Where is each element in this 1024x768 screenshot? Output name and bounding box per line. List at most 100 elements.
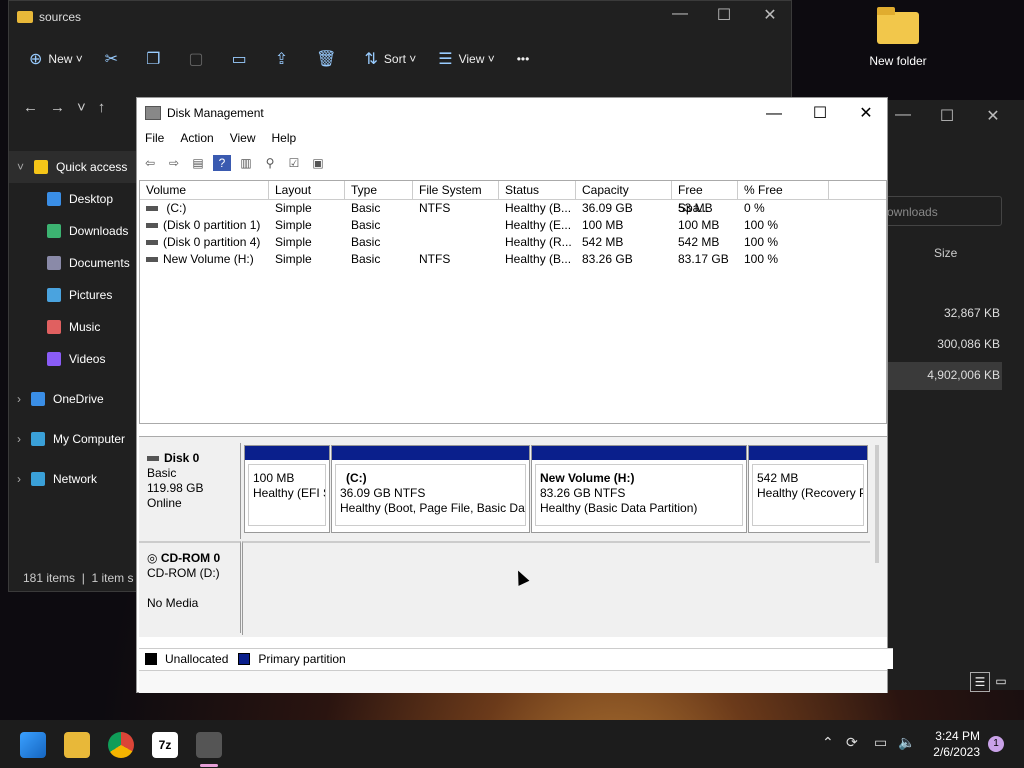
sidebar-item[interactable]: ˅ Quick access <box>9 151 137 183</box>
network-icon[interactable]: ▭ <box>874 734 887 751</box>
close-icon[interactable]: ✕ <box>970 106 1016 126</box>
chrome-icon[interactable] <box>108 732 134 758</box>
start-windows-icon[interactable] <box>20 732 46 758</box>
chevron-up-icon[interactable]: ⌃ <box>822 734 834 751</box>
check-icon[interactable]: ☑ <box>285 155 303 171</box>
cdrom-area[interactable] <box>242 541 870 635</box>
chevron-icon[interactable]: › <box>17 472 21 486</box>
delete-button[interactable]: 🗑 <box>316 49 342 69</box>
col-filesystem[interactable]: File System <box>413 181 499 199</box>
sidebar-item[interactable]: Downloads <box>9 215 137 247</box>
maximize-icon[interactable]: ☐ <box>701 5 747 25</box>
properties-icon[interactable]: ▣ <box>309 155 327 171</box>
connect-icon[interactable]: ⚲ <box>261 155 279 171</box>
table-row[interactable]: (C:) Simple Basic NTFS Healthy (B... 36.09 GB… <box>140 200 886 217</box>
cut-button[interactable]: ✂ <box>105 49 124 69</box>
partition-h[interactable]: New Volume (H:) 83.26 GB NTFS Healthy (Bas… <box>531 445 747 533</box>
new-button[interactable]: ⊕ New ˅ <box>29 49 83 69</box>
up-arrow-icon[interactable]: ↑ <box>98 99 106 116</box>
explorer-nav: ← → ˅ ↑ <box>9 99 151 116</box>
menu-file[interactable]: File <box>137 128 172 148</box>
table-cell: 36.09 GB <box>576 200 672 217</box>
sidebar-item[interactable]: › My Computer <box>9 423 137 455</box>
sidebar-item[interactable]: › OneDrive <box>9 383 137 415</box>
cdrom-label[interactable]: ◎ CD-ROM 0 CD-ROM (D:) No Media <box>139 541 241 633</box>
view-icon: ☰ <box>438 51 453 68</box>
menu-help[interactable]: Help <box>264 128 305 148</box>
view-button[interactable]: ☰ View ˅ <box>438 49 494 69</box>
sidebar-item[interactable]: Music <box>9 311 137 343</box>
sort-button[interactable]: ⇅ Sort ˅ <box>364 49 416 69</box>
chevron-icon[interactable]: › <box>17 432 21 446</box>
paste-button[interactable]: ▢ <box>189 49 210 69</box>
close-icon[interactable]: ✕ <box>747 5 793 25</box>
help-icon[interactable]: ? <box>213 155 231 171</box>
chevron-icon[interactable]: › <box>17 392 21 406</box>
taskbar: 7z ⌃ ⟳ ▭ 🔈 3:24 PM 2/6/2023 1 <box>0 720 1024 768</box>
notification-badge[interactable]: 1 <box>988 736 1004 752</box>
disk-graph[interactable]: Disk 0 Basic 119.98 GB Online 100 MB Heal… <box>139 436 887 637</box>
file-explorer-icon[interactable] <box>64 732 90 758</box>
close-icon[interactable]: ✕ <box>843 100 889 128</box>
cell-text: 100 % <box>744 218 779 232</box>
partition-size: 36.09 GB NTFS <box>340 486 426 500</box>
search-input[interactable]: ownloads <box>880 196 1002 226</box>
desktop-new-folder[interactable]: New folder <box>862 7 934 68</box>
more-button[interactable]: ••• <box>517 52 530 66</box>
sidebar-item[interactable]: › Network <box>9 463 137 495</box>
copy-button[interactable]: ❐ <box>146 49 166 69</box>
table-row[interactable]: New Volume (H:) Simple Basic NTFS Healthy (B… <box>140 251 886 268</box>
minimize-icon[interactable]: — <box>751 100 797 128</box>
chevron-down-icon[interactable]: ˅ <box>77 99 86 116</box>
disk0-label[interactable]: Disk 0 Basic 119.98 GB Online <box>139 443 241 539</box>
details-view-icon[interactable]: ☰ <box>970 672 990 692</box>
sidebar-icon <box>47 288 61 302</box>
table-row[interactable]: (Disk 0 partition 4) Simple Basic Healthy (… <box>140 234 886 251</box>
disk-management-task-icon[interactable] <box>196 732 222 758</box>
maximize-icon[interactable]: ☐ <box>924 106 970 126</box>
col-capacity[interactable]: Capacity <box>576 181 672 199</box>
sync-icon[interactable]: ⟳ <box>846 734 858 751</box>
sidebar-item[interactable]: Documents <box>9 247 137 279</box>
partition-c[interactable]: (C:) 36.09 GB NTFS Healthy (Boot, Page Fil… <box>331 445 530 533</box>
graph-scrollbar[interactable] <box>875 445 879 563</box>
volume-list[interactable]: Volume Layout Type File System Status Ca… <box>139 180 887 424</box>
volume-icon[interactable]: 🔈 <box>898 734 915 751</box>
table-cell: 100 % <box>738 251 829 268</box>
col-status[interactable]: Status <box>499 181 576 199</box>
size-column-header[interactable]: Size <box>934 246 957 260</box>
menu-action[interactable]: Action <box>172 128 221 148</box>
legend: Unallocated Primary partition <box>139 648 893 669</box>
clock[interactable]: 3:24 PM 2/6/2023 <box>933 728 980 760</box>
disk0-partitions: 100 MB Healthy (EFI S (C:) 36.09 GB NTFS He… <box>244 445 868 535</box>
sidebar-item[interactable]: Pictures <box>9 279 137 311</box>
back-arrow-icon[interactable]: ← <box>23 99 38 116</box>
chevron-icon[interactable]: ˅ <box>17 160 24 174</box>
forward-arrow-icon[interactable]: ⇨ <box>165 155 183 171</box>
table-row[interactable]: (Disk 0 partition 1) Simple Basic Healthy (… <box>140 217 886 234</box>
maximize-icon[interactable]: ☐ <box>797 100 843 128</box>
back-arrow-icon[interactable]: ⇦ <box>141 155 159 171</box>
partition-recovery[interactable]: 542 MB Healthy (Recovery P <box>748 445 868 533</box>
col-percent-free[interactable]: % Free <box>738 181 829 199</box>
sidebar-item[interactable]: Videos <box>9 343 137 375</box>
tiles-view-icon[interactable]: ▭ <box>992 672 1010 690</box>
col-type[interactable]: Type <box>345 181 413 199</box>
forward-arrow-icon[interactable]: → <box>50 99 65 116</box>
7zip-icon[interactable]: 7z <box>152 732 178 758</box>
col-layout[interactable]: Layout <box>269 181 345 199</box>
rename-button[interactable]: ▭ <box>232 49 253 69</box>
explorer-status: 181 items | 1 item s <box>23 571 134 585</box>
col-free-space[interactable]: Free Spa... <box>672 181 738 215</box>
console-tree-icon[interactable]: ▤ <box>189 155 207 171</box>
col-volume[interactable]: Volume <box>140 181 269 199</box>
show-pane-icon[interactable]: ▥ <box>237 155 255 171</box>
minimize-icon[interactable]: — <box>657 5 703 23</box>
disk-management-window[interactable]: Disk Management — ☐ ✕ File Action View H… <box>136 97 893 693</box>
partition-efi[interactable]: 100 MB Healthy (EFI S <box>244 445 330 533</box>
table-cell: 100 % <box>738 234 829 251</box>
sidebar-item[interactable]: Desktop <box>9 183 137 215</box>
share-button[interactable]: ⇪ <box>275 49 294 69</box>
cell-text: 83.26 GB <box>582 252 633 266</box>
menu-view[interactable]: View <box>222 128 264 148</box>
